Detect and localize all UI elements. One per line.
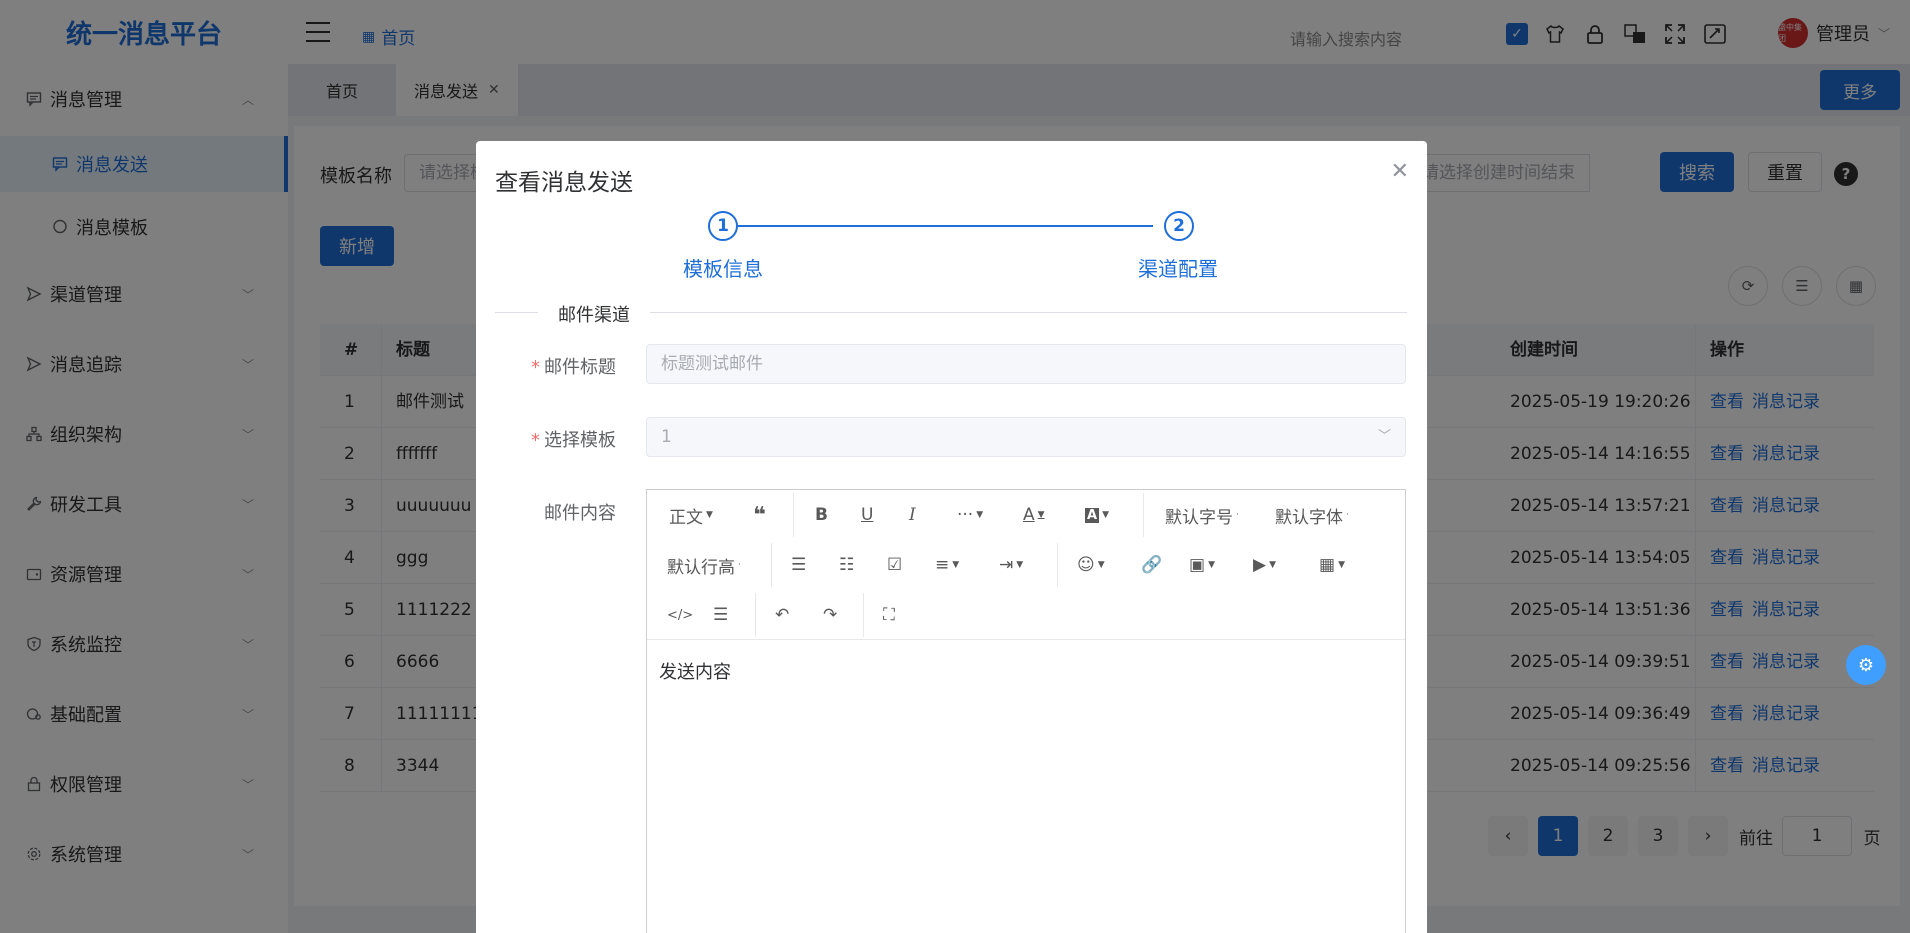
quote-icon[interactable]: ❝ [753,499,766,531]
content-label: 邮件内容 [544,503,616,524]
bullet-list-icon[interactable]: ☰ [791,549,806,581]
steps-connector [723,225,1153,227]
emoji-icon[interactable]: ☺ ▼ [1077,549,1105,581]
view-message-dialog: 查看消息发送 ✕ 1 模板信息 2 渠道配置 邮件渠道 * 邮件标题 标题测试邮件… [476,141,1427,933]
font-color-icon[interactable]: A ▼ [1023,499,1045,531]
fullscreen-icon[interactable]: ⛶ [883,599,895,631]
template-select[interactable]: 1 ﹀ [646,417,1406,457]
font-family-select[interactable]: 默认字体 · [1275,499,1349,531]
underline-icon[interactable]: U [861,499,873,531]
rich-text-editor[interactable]: 正文 ▼ ❝ B U I ··· ▼ A ▼ A ▼ 默认字号 · 默认字体 · 默认行高 ·… [646,489,1406,933]
link-icon[interactable]: 🔗 [1141,549,1162,581]
bold-icon[interactable]: B [815,499,828,531]
background-color-icon[interactable]: A ▼ [1085,499,1109,531]
divider-line-icon[interactable]: ☰ [713,599,728,631]
numbered-list-icon[interactable]: ☷ [839,549,854,581]
step-2-label[interactable]: 渠道配置 [1138,253,1218,282]
step-1-number[interactable]: 1 [708,211,738,241]
code-icon[interactable]: </> [667,599,693,631]
indent-icon[interactable]: ⇥ ▼ [999,549,1023,581]
undo-icon[interactable]: ↶ [775,599,789,631]
step-1-label[interactable]: 模板信息 [683,253,763,282]
italic-icon[interactable]: I [909,499,916,531]
table-icon[interactable]: ▦ ▼ [1319,549,1345,581]
section-title: 邮件渠道 [538,301,650,327]
editor-toolbar: 正文 ▼ ❝ B U I ··· ▼ A ▼ A ▼ 默认字号 · 默认字体 · 默认行高 ·… [647,490,1405,640]
editor-content[interactable]: 发送内容 [659,658,731,684]
redo-icon[interactable]: ↷ [823,599,837,631]
line-height-select[interactable]: 默认行高 · [667,549,741,581]
template-value: 1 [661,427,672,447]
template-label: * 选择模板 [531,430,616,451]
more-styles-icon[interactable]: ··· ▼ [957,499,983,531]
subject-label: * 邮件标题 [531,357,616,378]
align-icon[interactable]: ≡ ▼ [935,549,959,581]
subject-input[interactable]: 标题测试邮件 [646,344,1406,384]
close-icon[interactable]: ✕ [1391,159,1409,184]
heading-select[interactable]: 正文 ▼ [669,499,713,531]
font-size-select[interactable]: 默认字号 · [1165,499,1239,531]
settings-gear-icon[interactable]: ⚙ [1846,645,1886,685]
step-2-number[interactable]: 2 [1164,211,1194,241]
dialog-title: 查看消息发送 [495,170,633,196]
chevron-down-icon: ﹀ [1377,429,1391,444]
image-icon[interactable]: ▣ ▼ [1189,549,1215,581]
todo-checkbox-icon[interactable]: ☑ [887,549,902,581]
video-icon[interactable]: ▶ ▼ [1253,549,1276,581]
